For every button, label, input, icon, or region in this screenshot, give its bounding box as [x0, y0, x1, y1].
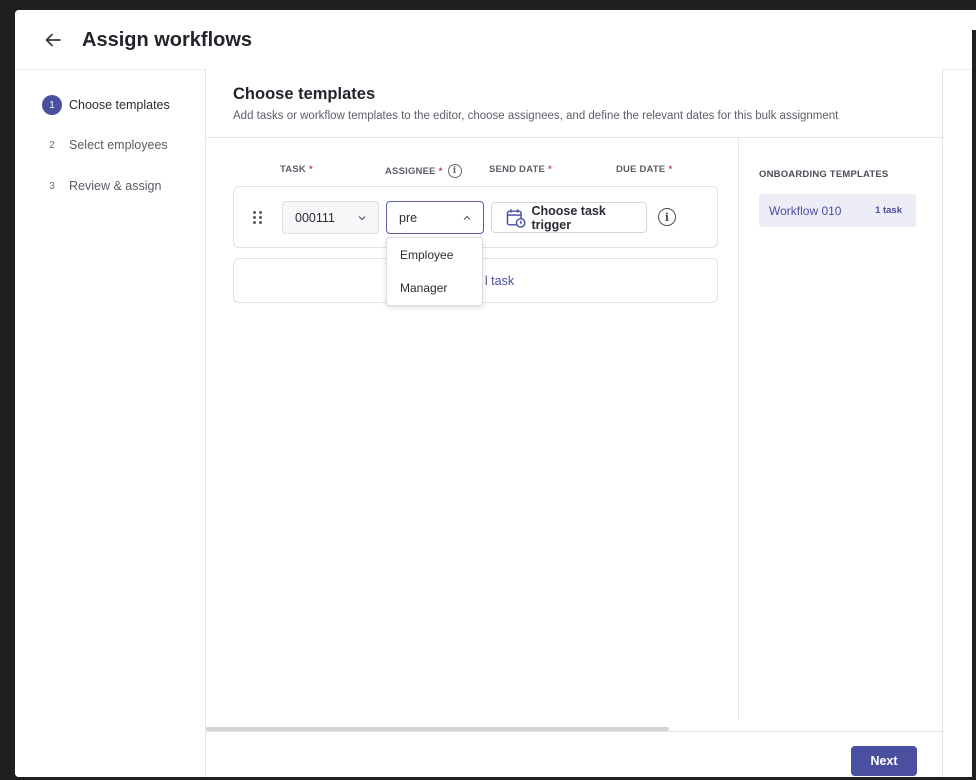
divider: [206, 731, 944, 732]
column-header-due-date: DUE DATE *: [616, 164, 673, 175]
step-label: Choose templates: [69, 98, 170, 112]
dropdown-option-manager[interactable]: Manager: [387, 271, 482, 304]
task-select-value: 000111: [295, 210, 335, 225]
dropdown-option-employee[interactable]: Employee: [387, 238, 482, 271]
section-title: Choose templates: [233, 85, 376, 103]
chevron-up-icon: [463, 215, 471, 220]
add-task-label: l task: [484, 273, 515, 288]
step-review-assign[interactable]: 3 Review & assign: [42, 176, 161, 196]
steps-sidebar: 1 Choose templates 2 Select employees 3 …: [15, 70, 205, 777]
info-icon[interactable]: i: [658, 208, 676, 226]
main-panel: Choose templates Add tasks or workflow t…: [205, 68, 944, 777]
top-bar: Assign workflows: [15, 10, 976, 70]
choose-task-trigger-button[interactable]: Choose task trigger: [491, 202, 647, 233]
next-button[interactable]: Next: [851, 746, 917, 776]
step-number: 2: [49, 139, 55, 151]
info-icon[interactable]: i: [447, 164, 462, 178]
divider: [738, 138, 739, 720]
page-title: Assign workflows: [82, 29, 253, 51]
arrow-left-icon: [45, 33, 61, 47]
templates-heading: ONBOARDING TEMPLATES: [759, 169, 889, 180]
column-header-assignee: ASSIGNEE * i: [385, 164, 462, 178]
step-number: 1: [42, 95, 62, 115]
step-select-employees[interactable]: 2 Select employees: [42, 135, 168, 155]
assignee-dropdown-menu: Employee Manager: [386, 237, 483, 306]
step-label: Review & assign: [69, 179, 162, 193]
step-choose-templates[interactable]: 1 Choose templates: [42, 95, 170, 115]
template-name: Workflow 010: [769, 203, 842, 218]
section-subtitle: Add tasks or workflow templates to the e…: [233, 110, 839, 122]
divider: [206, 137, 944, 138]
column-header-send-date: SEND DATE *: [489, 164, 552, 175]
drag-handle-icon[interactable]: [252, 210, 264, 226]
template-card[interactable]: Workflow 010 1 task: [759, 194, 916, 227]
step-number: 3: [49, 180, 55, 192]
back-button[interactable]: [42, 29, 64, 51]
choose-task-trigger-label: Choose task trigger: [531, 203, 606, 232]
assignee-combobox[interactable]: pre: [386, 201, 484, 234]
calendar-clock-icon: [506, 208, 526, 228]
window-edge: [972, 30, 976, 777]
chevron-down-icon: [358, 216, 366, 221]
template-task-count: 1 task: [875, 205, 902, 216]
column-header-task: TASK *: [280, 164, 313, 175]
assignee-input-value: pre: [399, 210, 418, 225]
step-label: Select employees: [69, 138, 168, 152]
task-select[interactable]: 000111: [282, 201, 379, 234]
assign-workflows-window: Assign workflows 1 Choose templates 2 Se…: [15, 10, 976, 777]
